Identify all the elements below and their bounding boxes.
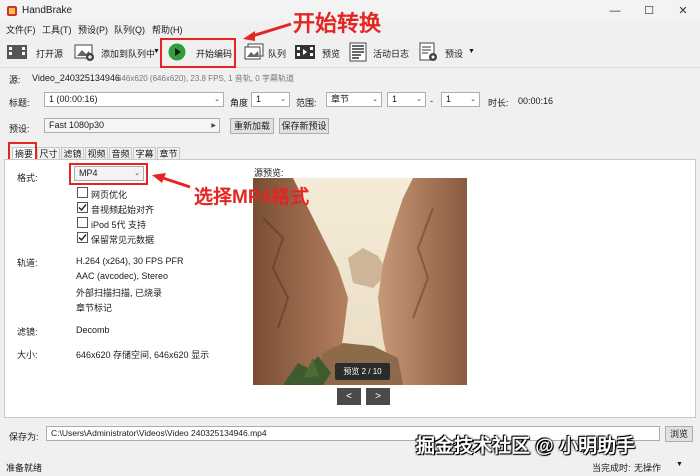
queue-button[interactable]: 队列 — [268, 47, 286, 60]
activity-log-button[interactable]: 活动日志 — [373, 47, 409, 60]
watermark: 掘金技术社区 @ 小明助手 — [416, 436, 636, 457]
when-done-select[interactable]: 无操作 — [634, 461, 661, 474]
keep-metadata-label: 保留常见元数据 — [91, 235, 155, 245]
menu-presets[interactable]: 预设(P) — [78, 23, 108, 36]
minimize-button[interactable]: — — [598, 0, 632, 22]
range-end-select[interactable]: 1 ⌄ — [441, 92, 480, 107]
preview-prev-button[interactable]: < — [337, 388, 361, 405]
duration-value: 00:00:16 — [518, 96, 554, 106]
checkmark-icon — [78, 204, 87, 212]
range-separator: - — [430, 96, 433, 106]
browse-button[interactable]: 浏览 — [665, 426, 693, 442]
format-label: 格式: — [17, 173, 38, 183]
range-start-select[interactable]: 1 ⌄ — [387, 92, 426, 107]
annotation-arrow-top — [241, 20, 293, 44]
save-new-preset-button[interactable]: 保存新预设 — [279, 118, 329, 134]
chevron-down-icon[interactable]: ▼ — [676, 461, 683, 468]
track-item: H.264 (x264), 30 FPS PFR — [76, 256, 184, 266]
range-mode-value: 章节 — [331, 94, 350, 104]
range-label: 范围: — [296, 98, 317, 108]
preview-button[interactable]: 预览 — [322, 47, 340, 60]
source-preview-image — [253, 178, 467, 385]
preset-label: 预设: — [9, 124, 30, 134]
window-title: HandBrake — [22, 5, 73, 16]
toolbar: 打开源 添加到队列中 ▼ 开始编码 队列 预览 活动日志 预设 ▼ — [0, 36, 700, 68]
source-name: Video_240325134946 — [32, 73, 120, 83]
open-source-button[interactable]: 打开源 — [36, 47, 63, 60]
ipod-support-label: iPod 5代 支持 — [91, 220, 147, 230]
filters-label: 滤镜: — [17, 327, 38, 337]
annotation-arrow-middle — [150, 170, 192, 194]
queue-icon[interactable] — [244, 42, 264, 62]
size-label: 大小: — [17, 350, 38, 360]
title-select[interactable]: 1 (00:00:16) ⌄ — [44, 92, 224, 107]
preview-icon[interactable] — [294, 42, 315, 62]
start-encode-button[interactable]: 开始编码 — [196, 47, 232, 60]
chevron-down-icon: ⌄ — [214, 96, 220, 103]
add-to-queue-button[interactable]: 添加到队列中 — [101, 47, 155, 60]
checkmark-icon — [78, 234, 87, 242]
track-item: 外部扫描扫描, 已烧录 — [76, 288, 163, 298]
tracks-label: 轨道: — [17, 258, 38, 268]
range-end-value: 1 — [446, 94, 452, 104]
menu-help[interactable]: 帮助(H) — [152, 23, 183, 36]
chevron-down-icon: ⌄ — [372, 96, 378, 103]
chevron-down-icon: ⌄ — [280, 96, 286, 103]
title-select-value: 1 (00:00:16) — [49, 94, 98, 104]
start-encode-play-icon[interactable] — [168, 43, 186, 61]
range-mode-select[interactable]: 章节 ⌄ — [326, 92, 382, 107]
preset-select[interactable]: Fast 1080p30 ▶ — [44, 118, 220, 133]
keep-metadata-checkbox[interactable] — [77, 232, 88, 243]
menu-queue[interactable]: 队列(Q) — [114, 23, 145, 36]
web-optimized-label: 网页优化 — [91, 190, 128, 200]
duration-label: 时长: — [488, 98, 509, 108]
preview-counter: 预览 2 / 10 — [335, 363, 390, 380]
preview-next-button[interactable]: > — [366, 388, 390, 405]
size-value: 646x620 存储空间, 646x620 显示 — [76, 350, 210, 360]
preset-select-value: Fast 1080p30 — [49, 120, 105, 130]
source-info: 646x620 (646x620), 23.8 FPS, 1 音轨, 0 字幕轨… — [117, 74, 294, 83]
chevron-down-icon: ⌄ — [470, 96, 476, 103]
chevron-right-icon: ▶ — [211, 123, 216, 129]
presets-icon[interactable] — [418, 42, 438, 62]
angle-select-value: 1 — [256, 94, 262, 104]
when-done-label: 当完成时: — [592, 463, 631, 473]
chevron-down-icon: ⌄ — [134, 170, 140, 177]
title-label: 标题: — [9, 98, 30, 108]
angle-label: 角度 — [230, 98, 249, 108]
add-to-queue-icon[interactable] — [74, 42, 94, 62]
track-item: 章节标记 — [76, 303, 113, 313]
status-bar: 准备就绪 当完成时: 无操作 ▼ — [0, 456, 700, 476]
menu-file[interactable]: 文件(F) — [6, 23, 36, 36]
format-select[interactable]: MP4 ⌄ — [74, 166, 144, 181]
reload-preset-button[interactable]: 重新加载 — [230, 118, 274, 134]
web-optimized-checkbox[interactable] — [77, 187, 88, 198]
track-item: AAC (avcodec), Stereo — [76, 271, 169, 281]
status-ready: 准备就绪 — [6, 463, 43, 473]
save-as-label: 保存为: — [9, 432, 39, 442]
format-select-value: MP4 — [79, 168, 98, 178]
chevron-down-icon: ⌄ — [416, 96, 422, 103]
open-source-icon[interactable] — [6, 42, 27, 62]
activity-log-icon[interactable] — [349, 42, 369, 62]
presets-dropdown-icon[interactable]: ▼ — [468, 48, 475, 55]
range-start-value: 1 — [392, 94, 398, 104]
filters-value: Decomb — [76, 325, 110, 335]
menu-tools[interactable]: 工具(T) — [42, 23, 72, 36]
add-to-queue-dropdown-icon[interactable]: ▼ — [153, 48, 160, 55]
source-label: 源: — [9, 75, 21, 85]
align-av-label: 音视频起始对齐 — [91, 205, 155, 215]
handbrake-app-icon — [6, 5, 18, 17]
annotation-start-encode: 开始转换 — [293, 11, 382, 36]
align-av-checkbox[interactable] — [77, 202, 88, 213]
close-button[interactable]: ✕ — [666, 0, 700, 22]
presets-button[interactable]: 预设 — [445, 47, 463, 60]
annotation-select-mp4: 选择MP4格式 — [194, 187, 310, 208]
ipod-support-checkbox[interactable] — [77, 217, 88, 228]
maximize-button[interactable]: ☐ — [632, 0, 666, 22]
angle-select[interactable]: 1 ⌄ — [251, 92, 290, 107]
